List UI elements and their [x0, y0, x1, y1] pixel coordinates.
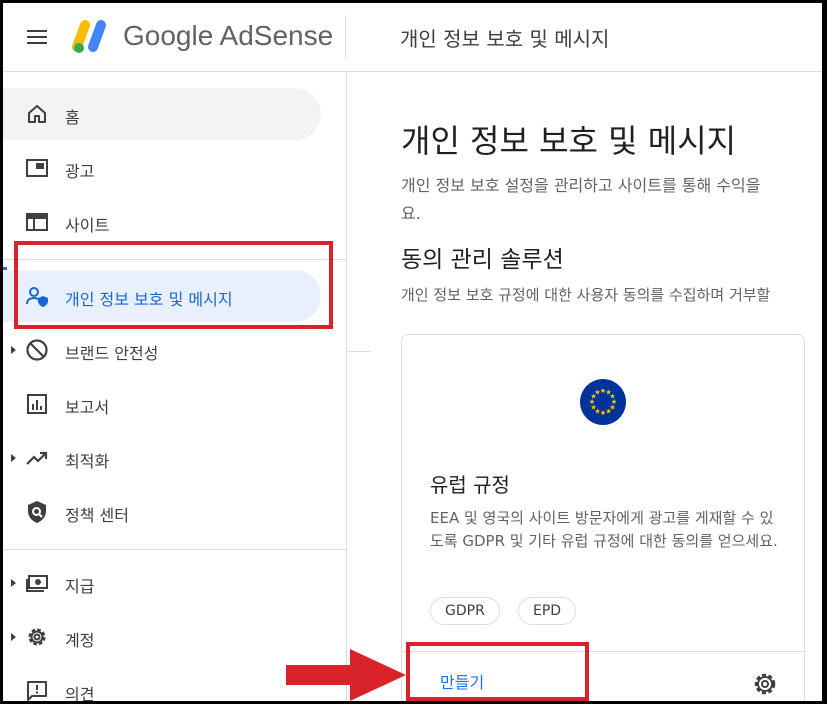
- svg-text:★: ★: [600, 409, 606, 417]
- page-description: 개인 정보 보호 설정을 관리하고 사이트를 통해 수익을 요.: [401, 176, 761, 223]
- sidebar-divider: [3, 549, 346, 550]
- annotation-arrow-icon: [286, 649, 406, 701]
- payments-icon: [26, 575, 48, 592]
- card-title: 유럽 규정: [430, 473, 510, 497]
- sidebar-item-label: 보고서: [65, 398, 110, 417]
- header-divider: [345, 15, 346, 59]
- eu-flag-icon: ★ ★★ ★★★ ★★★ ★★★: [580, 379, 626, 425]
- svg-text:★: ★: [605, 408, 611, 416]
- sidebar-item-ads[interactable]: 광고: [3, 142, 321, 194]
- home-icon: [28, 105, 46, 123]
- sidebar-item-label: 계정: [65, 631, 95, 650]
- expand-caret-icon[interactable]: [11, 346, 16, 354]
- sidebar-item-label: 브랜드 안전성: [65, 344, 159, 363]
- expand-caret-icon[interactable]: [11, 633, 16, 641]
- expand-caret-icon[interactable]: [11, 579, 16, 587]
- feedback-icon: [27, 681, 47, 701]
- sidebar-item-label: 정책 센터: [65, 506, 129, 525]
- sidebar-item-label: 최적화: [65, 452, 110, 471]
- policy-shield-icon: [28, 501, 46, 523]
- top-app-bar: Google AdSense 개인 정보 보호 및 메시지: [3, 3, 822, 72]
- chip-epd[interactable]: EPD: [518, 597, 577, 625]
- sidebar-item-optimization[interactable]: 최적화: [3, 432, 321, 484]
- sidebar-item-policy-center[interactable]: 정책 센터: [3, 486, 321, 538]
- sidebar-item-label: 사이트: [65, 216, 110, 235]
- annotation-highlight-box: [406, 642, 589, 701]
- expand-caret-icon[interactable]: [11, 454, 16, 462]
- app-window: Google AdSense 개인 정보 보호 및 메시지 홈 광고 사이트 개…: [3, 3, 822, 701]
- sidebar-item-feedback[interactable]: 의견: [3, 665, 321, 701]
- chip-gdpr[interactable]: GDPR: [430, 597, 500, 625]
- card-description: EEA 및 영국의 사이트 방문자에게 광고를 게재할 수 있도록 GDPR 및…: [430, 509, 778, 550]
- sidebar-item-label: 광고: [65, 162, 95, 181]
- sidebar-item-brand-safety[interactable]: 브랜드 안전성: [3, 324, 321, 376]
- trending-icon: [26, 451, 48, 465]
- annotation-highlight-box: [14, 241, 333, 329]
- adsense-logo-icon: [72, 20, 106, 53]
- section-title: 동의 관리 솔루션: [401, 247, 564, 273]
- sidebar-item-account[interactable]: 계정: [3, 611, 321, 663]
- ads-icon: [26, 159, 48, 177]
- sites-icon: [26, 213, 48, 231]
- hamburger-menu-icon[interactable]: [25, 25, 49, 49]
- gear-icon[interactable]: [752, 671, 778, 697]
- sidebar-item-reports[interactable]: 보고서: [3, 378, 321, 430]
- brand-name: Google AdSense: [123, 20, 334, 51]
- gear-icon: [28, 628, 46, 646]
- block-icon: [26, 339, 48, 361]
- sidebar-item-label: 지급: [65, 577, 95, 596]
- section-description: 개인 정보 보호 규정에 대한 사용자 동의를 수집하며 거부할: [401, 286, 771, 304]
- sidebar-nav: 홈 광고 사이트 개인 정보 보호 및 메시지 브랜드 안전성 보고서 최적화 …: [3, 72, 347, 701]
- main-content: 개인 정보 보호 및 메시지 개인 정보 보호 설정을 관리하고 사이트를 통해…: [347, 72, 822, 701]
- sidebar-item-label: 홈: [65, 108, 80, 127]
- svg-text:★: ★: [594, 389, 600, 397]
- page-title: 개인 정보 보호 및 메시지: [401, 122, 737, 160]
- sidebar-item-payments[interactable]: 지급: [3, 557, 321, 609]
- sidebar-item-label: 의견: [65, 685, 95, 701]
- sidebar-item-home[interactable]: 홈: [3, 88, 321, 140]
- reports-icon: [27, 394, 47, 414]
- header-title: 개인 정보 보호 및 메시지: [400, 27, 610, 51]
